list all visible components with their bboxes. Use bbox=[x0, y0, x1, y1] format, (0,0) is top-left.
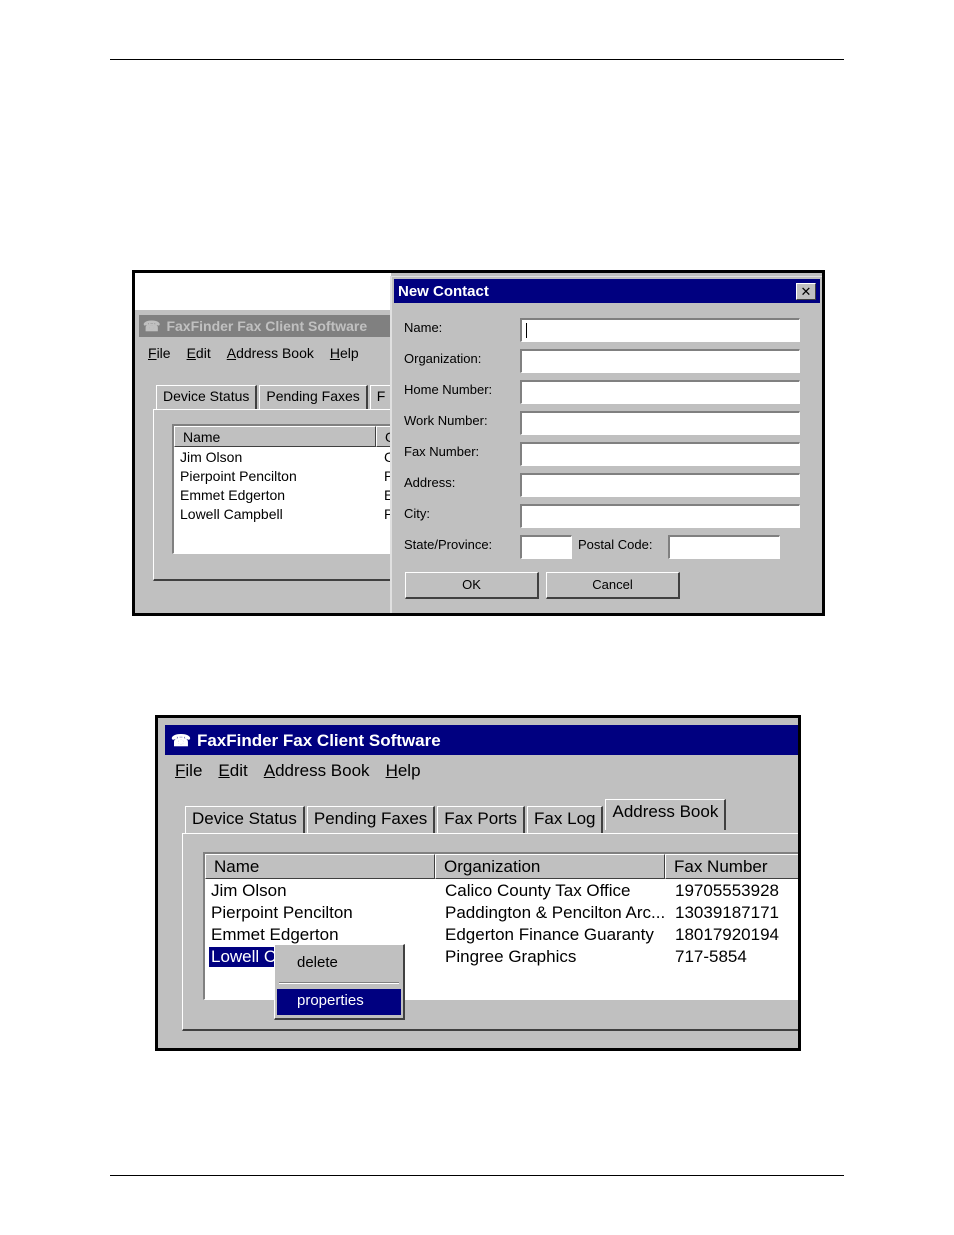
list-item-fax: 19705553928 bbox=[675, 881, 780, 900]
list-item-fax: 13039187171 bbox=[675, 903, 780, 922]
menubar: File Edit Address Book Help bbox=[175, 761, 437, 781]
state-province-field[interactable] bbox=[520, 535, 572, 559]
postal-code-field[interactable] bbox=[668, 535, 780, 559]
address-field[interactable] bbox=[520, 473, 800, 497]
tab-fax-ports[interactable]: Fax Ports bbox=[437, 806, 526, 833]
list-item-name[interactable]: Emmet Edgerton bbox=[180, 487, 285, 503]
menu-address-book[interactable]: Address Book bbox=[264, 761, 370, 781]
name-label: Name: bbox=[404, 320, 443, 335]
postal-code-label: Postal Code: bbox=[578, 537, 653, 552]
cancel-button[interactable]: Cancel bbox=[546, 572, 680, 599]
work-number-field[interactable] bbox=[520, 411, 800, 435]
list-item-fax: 18017920194 bbox=[675, 925, 780, 944]
work-number-label: Work Number: bbox=[404, 413, 488, 428]
new-contact-dialog: New Contact ✕ Name: Organization: Home N… bbox=[390, 276, 822, 613]
tab-device-status[interactable]: Device Status bbox=[185, 806, 305, 833]
list-item-org: Edgerton Finance Guaranty bbox=[445, 925, 654, 944]
organization-label: Organization: bbox=[404, 351, 482, 366]
main-window-titlebar[interactable]: ☎ FaxFinder Fax Client Software bbox=[165, 725, 798, 755]
menu-address-book[interactable]: Address Book bbox=[227, 345, 314, 361]
menu-edit[interactable]: Edit bbox=[218, 761, 247, 781]
fax-number-field[interactable] bbox=[520, 442, 800, 466]
tab-strip: Device Status Pending Faxes F bbox=[156, 385, 395, 409]
tab-fax-log[interactable]: Fax Log bbox=[527, 806, 604, 833]
name-field[interactable] bbox=[520, 318, 800, 342]
tab-pending-faxes[interactable]: Pending Faxes bbox=[306, 806, 436, 833]
dialog-titlebar[interactable]: New Contact bbox=[394, 279, 820, 303]
list-item-name[interactable]: Jim Olson bbox=[211, 881, 287, 901]
tab-device-status[interactable]: Device Status bbox=[156, 385, 258, 409]
text-caret bbox=[526, 323, 527, 338]
list-item-name-selected[interactable]: Lowell Campbell bbox=[208, 946, 276, 968]
list-item-name[interactable]: Emmet Edgerton bbox=[211, 925, 339, 945]
column-header-organization[interactable]: Organization bbox=[435, 854, 665, 879]
fax-number-label: Fax Number: bbox=[404, 444, 480, 459]
column-header-fax-number[interactable]: Fax Number bbox=[665, 854, 798, 879]
city-field[interactable] bbox=[520, 504, 800, 528]
context-menu-delete[interactable]: delete bbox=[277, 951, 401, 977]
home-number-field[interactable] bbox=[520, 380, 800, 404]
address-label: Address: bbox=[404, 475, 456, 490]
context-menu: delete properties bbox=[274, 944, 405, 1020]
list-item-org: Calico County Tax Office bbox=[445, 881, 631, 900]
main-window-titlebar[interactable]: ☎ FaxFinder Fax Client Software bbox=[139, 315, 391, 337]
city-label: City: bbox=[404, 506, 430, 521]
list-item-org: Pingree Graphics bbox=[445, 947, 577, 966]
column-header-name[interactable]: Name bbox=[174, 426, 376, 447]
footer-rule bbox=[110, 1175, 844, 1176]
close-icon[interactable]: ✕ bbox=[796, 283, 816, 300]
home-number-label: Home Number: bbox=[404, 382, 493, 397]
fax-app-icon: ☎ bbox=[171, 733, 191, 750]
tab-strip: Device Status Pending Faxes Fax Ports Fa… bbox=[185, 799, 728, 833]
screenshot-new-contact: ☎ FaxFinder Fax Client Software File Edit… bbox=[132, 270, 825, 616]
fax-app-icon: ☎ bbox=[143, 318, 161, 334]
organization-field[interactable] bbox=[520, 349, 800, 373]
list-item-name[interactable]: Jim Olson bbox=[180, 449, 242, 465]
menu-file[interactable]: File bbox=[175, 761, 202, 781]
list-item-fax: 717-5854 bbox=[675, 947, 747, 966]
ok-button[interactable]: OK bbox=[405, 572, 539, 599]
dialog-title: New Contact bbox=[398, 283, 489, 300]
column-header-name[interactable]: Name bbox=[205, 854, 435, 879]
menu-help[interactable]: Help bbox=[386, 761, 421, 781]
tab-pending-faxes[interactable]: Pending Faxes bbox=[259, 385, 368, 409]
context-menu-separator bbox=[279, 982, 399, 984]
list-item-name[interactable]: Pierpoint Pencilton bbox=[211, 903, 353, 923]
menubar: File Edit Address Book Help bbox=[148, 345, 375, 361]
main-window-title: FaxFinder Fax Client Software bbox=[196, 731, 441, 750]
desktop-area bbox=[135, 273, 391, 310]
menu-edit[interactable]: Edit bbox=[187, 345, 211, 361]
state-province-label: State/Province: bbox=[404, 537, 493, 552]
menu-file[interactable]: File bbox=[148, 345, 171, 361]
list-item-name[interactable]: Pierpoint Pencilton bbox=[180, 468, 297, 484]
header-rule bbox=[110, 59, 844, 60]
context-menu-properties[interactable]: properties bbox=[277, 989, 401, 1015]
menu-help[interactable]: Help bbox=[330, 345, 359, 361]
main-window-title: FaxFinder Fax Client Software bbox=[166, 318, 368, 334]
contacts-list[interactable]: Name O Jim Olson C Pierpoint Pencilton P… bbox=[172, 424, 402, 554]
screenshot-address-book: ☎ FaxFinder Fax Client Software File Edit… bbox=[155, 715, 801, 1051]
list-item-name[interactable]: Lowell Campbell bbox=[180, 506, 283, 522]
tab-address-book[interactable]: Address Book bbox=[605, 799, 727, 830]
list-item-org: Paddington & Pencilton Arc... bbox=[445, 903, 666, 922]
